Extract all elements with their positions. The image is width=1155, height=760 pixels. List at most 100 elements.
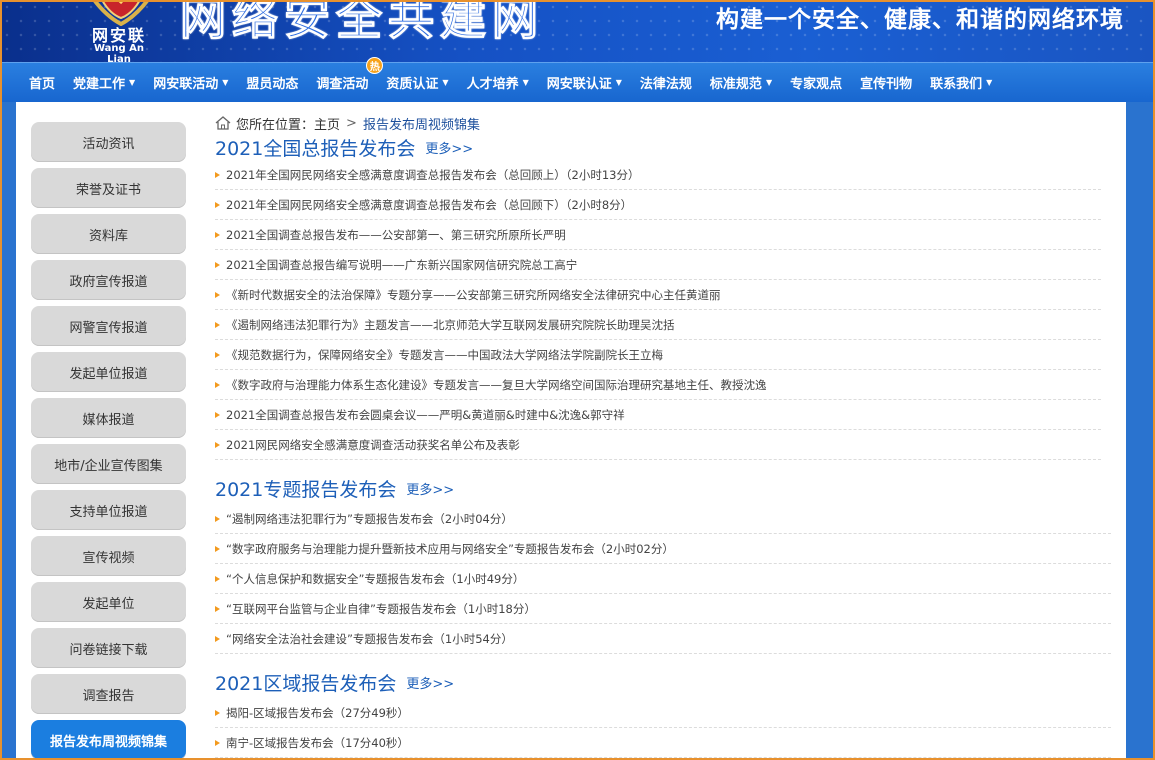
report-list: 2021年全国网民网络安全感满意度调查总报告发布会（总回顾上）（2小时13分） 2…	[215, 160, 1101, 460]
nav-item[interactable]: 联系我们 ▼	[921, 73, 1001, 92]
section-title[interactable]: 2021专题报告发布会	[215, 475, 396, 502]
bullet-arrow-icon	[215, 171, 220, 178]
sidebar-item[interactable]: 发起单位	[31, 582, 186, 622]
nav-item[interactable]: 宣传刊物	[851, 73, 921, 92]
breadcrumb-home-link[interactable]: 主页	[314, 114, 340, 133]
list-item-text: 2021年全国网民网络安全感满意度调查总报告发布会（总回顾上）（2小时13分）	[226, 167, 640, 182]
sidebar-item[interactable]: 政府宣传报道	[31, 260, 186, 300]
sidebar-item[interactable]: 宣传视频	[31, 536, 186, 576]
nav-item-label: 盟员动态	[246, 77, 299, 92]
sidebar-item[interactable]: 调查报告	[31, 674, 186, 714]
site-title[interactable]: 网络安全共建网	[180, 0, 544, 48]
nav-item[interactable]: 网安联活动 ▼	[144, 73, 237, 92]
chevron-down-icon: ▼	[129, 78, 136, 87]
list-item[interactable]: 揭阳-区域报告发布会（27分49秒）	[215, 698, 1111, 728]
more-link[interactable]: 更多>>	[425, 138, 473, 157]
list-item[interactable]: 南宁-区域报告发布会（17分40秒）	[215, 728, 1111, 758]
list-item-text: 南宁-区域报告发布会（17分40秒）	[226, 735, 409, 750]
sidebar-item[interactable]: 问卷链接下载	[31, 628, 186, 668]
nav-item[interactable]: 标准规范 ▼	[701, 73, 781, 92]
list-item[interactable]: 《数字政府与治理能力体系生态化建设》专题发言——复旦大学网络空间国际治理研究基地…	[215, 370, 1101, 400]
sidebar-item[interactable]: 资料库	[31, 214, 186, 254]
list-item[interactable]: “遏制网络违法犯罪行为”专题报告发布会（2小时04分）	[215, 504, 1111, 534]
list-item[interactable]: 《新时代数据安全的法治保障》专题分享——公安部第三研究所网络安全法律研究中心主任…	[215, 280, 1101, 310]
main-navigation: 首页 党建工作 ▼ 网安联活动 ▼ 盟员动态 调查活动热资质认证 ▼ 人才培养 ▼ 网安联认证 ▼ 法律…	[0, 57, 1155, 102]
section-header: 2021专题报告发布会 更多>>	[215, 472, 1111, 504]
sidebar-item[interactable]: 报告发布周视频锦集	[31, 720, 186, 760]
section-title[interactable]: 2021全国总报告发布会	[215, 134, 415, 161]
nav-item-label: 首页	[29, 77, 56, 92]
bullet-arrow-icon	[215, 739, 220, 746]
bullet-arrow-icon	[215, 261, 220, 268]
nav-item-label: 调查活动	[316, 77, 369, 92]
sidebar-item[interactable]: 媒体报道	[31, 398, 186, 438]
nav-item-label: 专家观点	[790, 77, 843, 92]
list-item[interactable]: 2021全国调查总报告发布会圆桌会议——严明&黄道丽&时建中&沈逸&郭守祥	[215, 400, 1101, 430]
list-item-text: “网络安全法治社会建设”专题报告发布会（1小时54分）	[226, 631, 513, 646]
nav-item[interactable]: 人才培养 ▼	[458, 73, 538, 92]
nav-item-label: 网安联活动	[153, 77, 219, 92]
site-banner: 网安联 Wang An Lian 网络安全共建网 构建一个安全、健康、和谐的网络…	[0, 0, 1155, 62]
list-item[interactable]: “互联网平台监管与企业自律”专题报告发布会（1小时18分）	[215, 594, 1111, 624]
bullet-arrow-icon	[215, 411, 220, 418]
more-link[interactable]: 更多>>	[406, 479, 454, 498]
list-item[interactable]: 2021网民网络安全感满意度调查活动获奖名单公布及表彰	[215, 430, 1101, 460]
nav-item[interactable]: 专家观点	[781, 73, 851, 92]
breadcrumb-current[interactable]: 报告发布周视频锦集	[363, 114, 480, 133]
list-item-text: “遏制网络违法犯罪行为”专题报告发布会（2小时04分）	[226, 511, 513, 526]
nav-item[interactable]: 网安联认证 ▼	[538, 73, 631, 92]
category-sidebar: 活动资讯荣誉及证书资料库政府宣传报道 网警宣传报道 发起单位报道 媒体报道地市/企业宣…	[31, 122, 186, 760]
report-list: “遏制网络违法犯罪行为”专题报告发布会（2小时04分） “数字政府服务与治理能力提…	[215, 504, 1111, 654]
bullet-arrow-icon	[215, 231, 220, 238]
breadcrumb-prefix: 您所在位置：	[236, 117, 315, 133]
nav-item[interactable]: 法律法规	[631, 73, 701, 92]
bullet-arrow-icon	[215, 605, 220, 612]
nav-item[interactable]: 盟员动态	[237, 73, 307, 92]
list-item[interactable]: 《规范数据行为，保障网络安全》专题发言——中国政法大学网络法学院副院长王立梅	[215, 340, 1101, 370]
bullet-arrow-icon	[215, 201, 220, 208]
bullet-arrow-icon	[215, 381, 220, 388]
bullet-arrow-icon	[215, 709, 220, 716]
section-header: 2021全国总报告发布会 更多>>	[215, 134, 1111, 160]
list-item-text: 2021全国调查总报告发布——公安部第一、第三研究所原所长严明	[226, 227, 566, 242]
sidebar-item[interactable]: 地市/企业宣传图集	[31, 444, 186, 484]
list-item[interactable]: “数字政府服务与治理能力提升暨新技术应用与网络安全”专题报告发布会（2小时02分…	[215, 534, 1111, 564]
page-border-right	[1126, 102, 1155, 760]
bullet-arrow-icon	[215, 291, 220, 298]
chevron-down-icon: ▼	[522, 78, 529, 87]
main-content: 您所在位置： 主页 > 报告发布周视频锦集 2021全国总报告发布会 更多>> 20…	[215, 112, 1111, 758]
home-icon	[215, 116, 231, 130]
list-item[interactable]: 2021年全国网民网络安全感满意度调查总报告发布会（总回顾上）（2小时13分）	[215, 160, 1101, 190]
list-item[interactable]: “个人信息保护和数据安全”专题报告发布会（1小时49分）	[215, 564, 1111, 594]
section-title[interactable]: 2021区域报告发布会	[215, 669, 396, 696]
site-slogan: 构建一个安全、健康、和谐的网络环境	[716, 7, 1124, 33]
bullet-arrow-icon	[215, 545, 220, 552]
sidebar-item[interactable]: 活动资讯	[31, 122, 186, 162]
sidebar-item[interactable]: 网警宣传报道	[31, 306, 186, 346]
list-item[interactable]: 2021全国调查总报告发布——公安部第一、第三研究所原所长严明	[215, 220, 1101, 250]
nav-item-label: 资质认证	[386, 77, 439, 92]
chevron-down-icon: ▼	[222, 78, 229, 87]
nav-item[interactable]: 首页	[20, 73, 64, 92]
nav-item[interactable]: 党建工作 ▼	[64, 73, 144, 92]
list-item[interactable]: “网络安全法治社会建设”专题报告发布会（1小时54分）	[215, 624, 1111, 654]
hot-badge: 热	[366, 57, 384, 74]
sidebar-item[interactable]: 荣誉及证书	[31, 168, 186, 208]
sidebar-item[interactable]: 发起单位报道	[31, 352, 186, 392]
list-item-text: 2021网民网络安全感满意度调查活动获奖名单公布及表彰	[226, 437, 520, 452]
report-list: 揭阳-区域报告发布会（27分49秒） 南宁-区域报告发布会（17分40秒）	[215, 698, 1111, 758]
list-item-text: 《数字政府与治理能力体系生态化建设》专题发言——复旦大学网络空间国际治理研究基地…	[226, 377, 767, 392]
list-item[interactable]: 2021全国调查总报告编写说明——广东新兴国家网信研究院总工高宁	[215, 250, 1101, 280]
chevron-down-icon: ▼	[442, 78, 449, 87]
more-link[interactable]: 更多>>	[406, 673, 454, 692]
nav-item[interactable]: 调查活动 热	[307, 57, 384, 92]
list-item[interactable]: 2021年全国网民网络安全感满意度调查总报告发布会（总回顾下）（2小时8分）	[215, 190, 1101, 220]
nav-item-label: 宣传刊物	[860, 77, 913, 92]
breadcrumb-separator: >	[346, 115, 357, 131]
sidebar-item[interactable]: 支持单位报道	[31, 490, 186, 530]
nav-item[interactable]: 资质认证 ▼	[377, 73, 457, 92]
bullet-arrow-icon	[215, 575, 220, 582]
chevron-down-icon: ▼	[615, 78, 622, 87]
list-item[interactable]: 《遏制网络违法犯罪行为》主题发言——北京师范大学互联网发展研究院院长助理吴沈括	[215, 310, 1101, 340]
bullet-arrow-icon	[215, 515, 220, 522]
